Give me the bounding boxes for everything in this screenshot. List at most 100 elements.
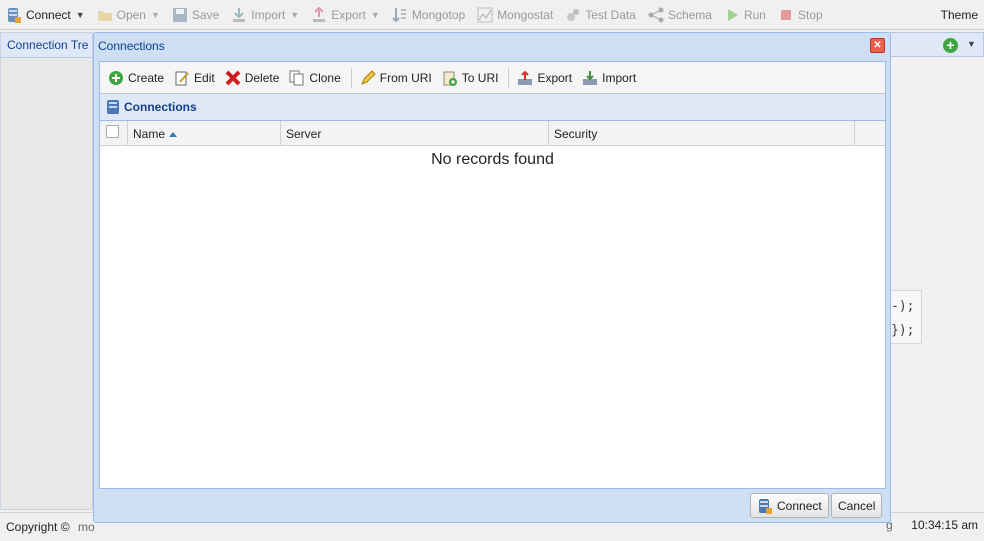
export-label: Export bbox=[331, 7, 366, 22]
import-menu[interactable]: Import ▼ bbox=[231, 4, 299, 26]
mongotop-label: Mongotop bbox=[411, 7, 466, 22]
connections-toolbar: Create Edit Delete Clone From URI To URI… bbox=[100, 62, 885, 94]
run-button[interactable]: Run bbox=[724, 4, 766, 26]
from-uri-button[interactable]: From URI bbox=[356, 66, 436, 90]
schema-label: Schema bbox=[667, 7, 712, 22]
sort-icon bbox=[392, 7, 406, 22]
play-icon bbox=[727, 8, 738, 21]
column-label: Security bbox=[554, 127, 598, 141]
copy-icon bbox=[289, 70, 304, 85]
add-icon bbox=[109, 70, 123, 85]
clock-text: 10:34:15 am bbox=[911, 518, 978, 532]
cancel-button-label: Cancel bbox=[838, 498, 876, 513]
mongotop-button[interactable]: Mongotop bbox=[392, 4, 465, 26]
connection-tree-panel: Connection Tre bbox=[0, 32, 93, 510]
schema-button[interactable]: Schema bbox=[648, 4, 712, 26]
connect-label: Connect bbox=[26, 7, 71, 22]
connect-button[interactable]: Connect bbox=[750, 493, 829, 518]
create-label: Create bbox=[128, 70, 165, 85]
editor-fragment: -); }); bbox=[888, 290, 922, 344]
import-icon bbox=[233, 7, 246, 22]
tab-bar: + ▼ bbox=[890, 32, 984, 57]
edit-button[interactable]: Edit bbox=[170, 66, 219, 90]
cancel-button[interactable]: Cancel bbox=[831, 493, 883, 518]
copyright-text: Copyright © bbox=[6, 520, 70, 534]
column-header-name[interactable]: Name bbox=[128, 121, 281, 146]
test-data-button[interactable]: Test Data bbox=[565, 4, 636, 26]
editor-line: -); bbox=[891, 299, 915, 314]
export-label: Export bbox=[537, 70, 573, 85]
theme-menu[interactable]: Theme bbox=[941, 8, 978, 22]
run-label: Run bbox=[743, 7, 766, 22]
open-menu[interactable]: Open ▼ bbox=[97, 4, 160, 26]
chevron-down-icon[interactable]: ▼ bbox=[967, 39, 976, 49]
status-fragment: mo bbox=[78, 520, 95, 534]
folder-icon bbox=[97, 10, 112, 21]
stop-label: Stop bbox=[797, 7, 823, 22]
clone-label: Clone bbox=[309, 70, 341, 85]
create-button[interactable]: Create bbox=[104, 66, 168, 90]
import-label: Import bbox=[251, 7, 286, 22]
edit-icon bbox=[175, 71, 189, 85]
connections-panel-header: Connections bbox=[100, 94, 885, 121]
export-button[interactable]: Export bbox=[513, 66, 576, 90]
export-menu[interactable]: Export ▼ bbox=[311, 4, 380, 26]
import-label: Import bbox=[602, 70, 637, 85]
empty-message: No records found bbox=[431, 151, 554, 168]
column-header-security[interactable]: Security bbox=[549, 121, 855, 146]
column-header-spacer bbox=[855, 121, 885, 146]
connections-dialog: Connections ✕ Create Edit Delete Clone F… bbox=[93, 32, 891, 523]
chevron-down-icon: ▼ bbox=[150, 9, 160, 20]
select-all-cell bbox=[100, 121, 128, 146]
from-uri-label: From URI bbox=[379, 70, 432, 85]
save-icon bbox=[172, 7, 187, 22]
stop-icon bbox=[780, 9, 791, 20]
database-icon bbox=[8, 7, 21, 23]
delete-button[interactable]: Delete bbox=[221, 66, 284, 90]
toolbar-separator bbox=[350, 67, 352, 88]
database-icon bbox=[107, 100, 119, 114]
dialog-title: Connections bbox=[98, 39, 165, 53]
panel-title: Connections bbox=[124, 100, 197, 114]
open-label: Open bbox=[116, 7, 146, 22]
to-uri-label: To URI bbox=[461, 70, 499, 85]
connect-menu[interactable]: Connect ▼ bbox=[6, 4, 85, 26]
save-button[interactable]: Save bbox=[172, 4, 219, 26]
pencil-icon bbox=[360, 69, 376, 85]
chart-icon bbox=[477, 7, 493, 22]
sort-ascending-icon bbox=[169, 132, 178, 137]
delete-icon bbox=[225, 70, 241, 85]
mongostat-label: Mongostat bbox=[497, 7, 554, 22]
save-label: Save bbox=[191, 7, 220, 22]
mongostat-button[interactable]: Mongostat bbox=[477, 4, 553, 26]
delete-label: Delete bbox=[244, 70, 280, 85]
dialog-body: Create Edit Delete Clone From URI To URI… bbox=[99, 61, 886, 489]
close-button[interactable]: ✕ bbox=[870, 38, 885, 53]
test-data-label: Test Data bbox=[585, 7, 636, 22]
column-header-server[interactable]: Server bbox=[281, 121, 549, 146]
toolbar-separator bbox=[508, 67, 510, 88]
connect-button-label: Connect bbox=[777, 498, 822, 513]
import-icon bbox=[583, 70, 598, 85]
column-label: Server bbox=[286, 127, 322, 141]
dialog-footer: Connect Cancel bbox=[94, 489, 890, 522]
to-uri-button[interactable]: To URI bbox=[438, 66, 503, 90]
clone-button[interactable]: Clone bbox=[285, 66, 344, 90]
schema-icon bbox=[648, 7, 664, 22]
edit-label: Edit bbox=[194, 70, 215, 85]
database-icon bbox=[759, 498, 772, 514]
select-all-checkbox[interactable] bbox=[106, 125, 119, 138]
gears-icon bbox=[567, 8, 580, 21]
close-icon: ✕ bbox=[873, 40, 882, 51]
grid-header: Name Server Security bbox=[100, 121, 885, 146]
export-icon bbox=[518, 70, 533, 85]
connection-tree-title: Connection Tre bbox=[1, 33, 92, 58]
export-icon bbox=[313, 6, 326, 22]
column-label: Name bbox=[133, 127, 166, 141]
import-button[interactable]: Import bbox=[578, 66, 640, 90]
add-tab-icon[interactable]: + bbox=[943, 38, 958, 53]
chevron-down-icon: ▼ bbox=[370, 9, 380, 20]
clipboard-add-icon bbox=[443, 71, 457, 86]
stop-button[interactable]: Stop bbox=[778, 4, 823, 26]
chevron-down-icon: ▼ bbox=[290, 9, 300, 20]
